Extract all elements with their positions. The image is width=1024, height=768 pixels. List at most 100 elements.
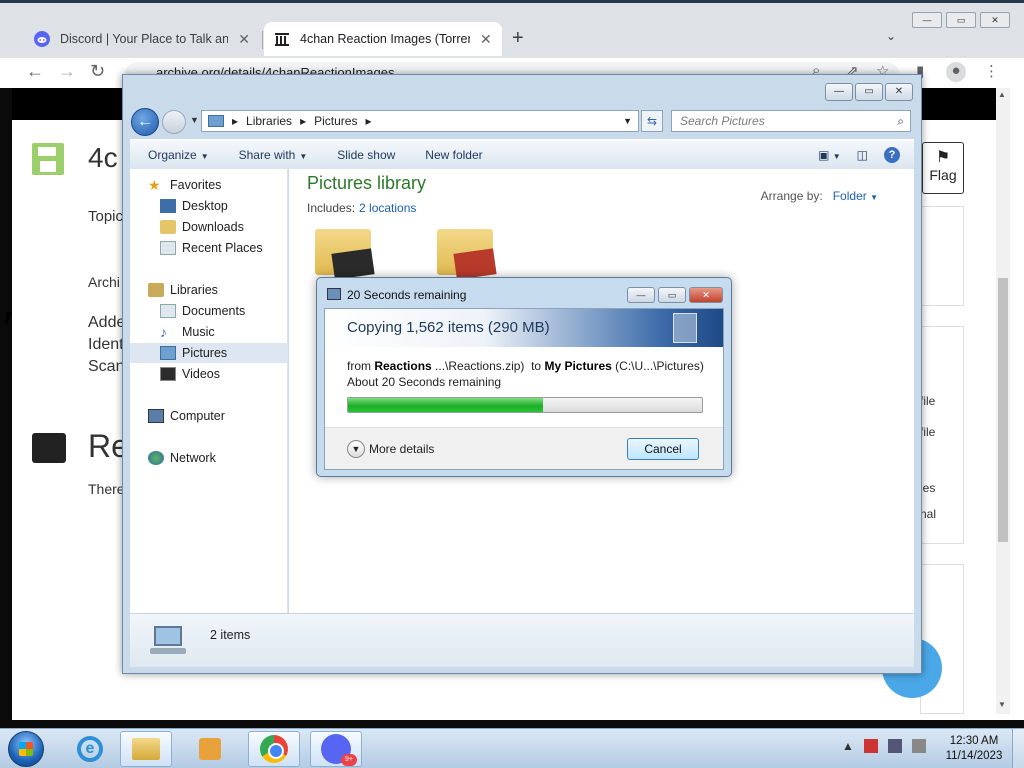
chevron-down-icon: ▼	[200, 151, 209, 161]
nav-recent-places[interactable]: Recent Places	[130, 238, 288, 258]
download-link[interactable]: file	[920, 425, 935, 439]
flag-button[interactable]: ⚑ Flag	[922, 142, 964, 194]
help-icon[interactable]: ?	[884, 146, 900, 163]
show-desktop-button[interactable]	[1012, 729, 1024, 768]
organize-button[interactable]: Organize ▼	[148, 148, 209, 162]
organize-label: Organize	[148, 147, 197, 162]
nav-pictures[interactable]: Pictures	[130, 343, 288, 363]
nav-label: Network	[170, 451, 216, 465]
locations-link[interactable]: 2 locations	[359, 201, 416, 215]
search-placeholder: Search Pictures	[680, 114, 765, 128]
arrange-label: Arrange by:	[760, 189, 823, 203]
cancel-button[interactable]: Cancel	[627, 438, 699, 460]
breadcrumb-separator[interactable]: ▸	[365, 111, 371, 131]
nav-libraries[interactable]: Libraries	[130, 280, 288, 300]
taskbar-chrome[interactable]	[248, 731, 300, 767]
left-edge	[0, 88, 12, 720]
explorer-window-controls: — ▭ ✕	[825, 83, 913, 101]
nav-videos[interactable]: Videos	[130, 364, 288, 384]
clock[interactable]: 12:30 AM 11/14/2023	[938, 734, 1010, 764]
profile-avatar-icon[interactable]: ●	[946, 62, 966, 82]
nav-favorites[interactable]: ★ Favorites	[130, 175, 288, 195]
start-button[interactable]	[8, 731, 44, 767]
breadcrumb-pictures[interactable]: Pictures	[314, 111, 357, 131]
nav-label: Downloads	[182, 220, 244, 234]
discord-icon: 9+	[321, 734, 357, 766]
forward-button[interactable]	[162, 110, 186, 134]
breadcrumb-separator[interactable]: ▸	[232, 111, 238, 131]
taskbar-discord[interactable]: 9+	[310, 731, 362, 767]
search-icon[interactable]: ⌕	[897, 111, 904, 131]
arrange-dropdown[interactable]: Folder ▼	[833, 189, 878, 203]
back-button[interactable]: ←	[131, 108, 159, 136]
download-link[interactable]: les	[920, 481, 935, 495]
tab-search-button[interactable]: ⌄	[886, 29, 896, 43]
maximize-button[interactable]: ▭	[658, 287, 686, 303]
address-dropdown-icon[interactable]: ▼	[623, 111, 632, 131]
taskbar-explorer[interactable]	[120, 731, 172, 767]
new-folder-button[interactable]: New folder	[425, 148, 482, 162]
more-details-button[interactable]: ▼ More details	[347, 440, 434, 458]
tab-archive[interactable]: 4chan Reaction Images (Torrent) ✕	[264, 22, 502, 56]
explorer-address-bar[interactable]: ▸ Libraries ▸ Pictures ▸ ▼	[201, 110, 639, 132]
network-status-icon[interactable]	[887, 739, 902, 753]
from-source[interactable]: Reactions	[374, 359, 431, 373]
download-link[interactable]: nal	[920, 507, 936, 521]
action-center-icon[interactable]	[863, 739, 878, 753]
computer-icon	[148, 624, 188, 656]
nav-network[interactable]: Network	[130, 448, 288, 468]
nav-computer[interactable]: Computer	[130, 406, 288, 426]
chevron-down-icon: ▼	[347, 440, 365, 458]
back-arrow-icon[interactable]: ←	[26, 61, 44, 82]
tab-discord[interactable]: Discord | Your Place to Talk and H ✕	[24, 22, 260, 56]
star-icon: ★	[148, 177, 161, 193]
forward-arrow-icon[interactable]: →	[58, 61, 76, 82]
new-tab-button[interactable]: +	[512, 27, 524, 50]
maximize-button[interactable]: ▭	[855, 83, 883, 101]
close-button[interactable]: ✕	[885, 83, 913, 101]
breadcrumb-separator[interactable]: ▸	[300, 111, 306, 131]
refresh-icon[interactable]: ⇆	[641, 110, 663, 132]
save-icon[interactable]	[32, 143, 64, 175]
search-input[interactable]: Search Pictures ⌕	[671, 110, 911, 132]
nav-desktop[interactable]: Desktop	[130, 196, 288, 216]
chevron-down-icon: ▼	[870, 193, 878, 202]
nav-downloads[interactable]: Downloads	[130, 217, 288, 237]
close-button[interactable]: ✕	[980, 12, 1010, 28]
close-icon[interactable]: ✕	[238, 31, 250, 48]
close-icon[interactable]: ✕	[480, 31, 492, 48]
menu-dots-icon[interactable]: ⋮	[984, 62, 999, 80]
recent-pages-icon[interactable]: ▼	[190, 115, 199, 125]
download-link[interactable]: file	[920, 394, 935, 408]
dialog-body: Copying 1,562 items (290 MB) from Reacti…	[324, 308, 724, 470]
folder-item[interactable]	[437, 229, 497, 280]
to-destination[interactable]: My Pictures	[544, 359, 611, 373]
preview-pane-icon[interactable]: ◫	[857, 148, 868, 162]
minimize-button[interactable]: —	[627, 287, 655, 303]
scroll-up-icon[interactable]: ▲	[998, 90, 1006, 99]
close-button[interactable]: ✕	[689, 287, 723, 303]
scroll-down-icon[interactable]: ▼	[998, 700, 1006, 709]
minimize-button[interactable]: —	[825, 83, 853, 101]
slide-show-button[interactable]: Slide show	[337, 148, 395, 162]
breadcrumb-libraries[interactable]: Libraries	[246, 111, 292, 131]
nav-documents[interactable]: Documents	[130, 301, 288, 321]
libraries-icon	[148, 283, 164, 297]
taskbar-media-player[interactable]	[184, 731, 236, 767]
show-hidden-icons[interactable]: ▲	[842, 739, 854, 753]
command-bar: Organize ▼ Share with ▼ Slide show New fol…	[130, 139, 914, 169]
change-view-icon[interactable]: ▣ ▼	[818, 148, 841, 162]
page-scrollbar[interactable]: ▲ ▼	[996, 88, 1010, 714]
volume-muted-icon[interactable]	[911, 739, 926, 753]
discord-icon	[34, 31, 50, 47]
minimize-button[interactable]: —	[912, 12, 942, 28]
share-with-button[interactable]: Share with ▼	[239, 148, 308, 162]
maximize-button[interactable]: ▭	[946, 12, 976, 28]
taskbar-internet-explorer[interactable]: e	[64, 731, 116, 767]
from-label: from	[347, 359, 371, 373]
scroll-thumb[interactable]	[998, 278, 1008, 542]
chevron-down-icon: ▼	[299, 151, 308, 161]
nav-music[interactable]: ♪ Music	[130, 322, 288, 342]
reload-icon[interactable]: ↻	[90, 61, 105, 82]
folder-item[interactable]	[315, 229, 375, 280]
